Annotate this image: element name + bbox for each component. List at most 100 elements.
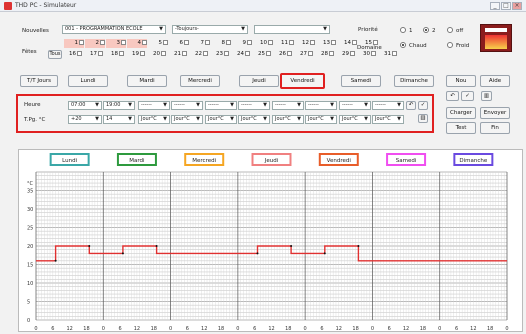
temperature-select[interactable]: Jour°C ▼ [372,115,404,124]
tab-all-days[interactable]: T/T Jours [20,75,58,87]
chevron-down-icon: ▼ [128,116,132,122]
day-number-26[interactable]: 26 [272,50,292,59]
day-number-13[interactable]: 13 [316,39,336,48]
tab-samedi[interactable]: Samedi [341,75,381,87]
chevron-down-icon: ▼ [95,102,99,108]
temperature-select[interactable]: +20 ▼ [68,115,102,124]
tab-vendredi[interactable]: Vendredi [280,73,325,89]
hour-select[interactable]: ------ ▼ [272,101,304,110]
day-number-23[interactable]: 23 [209,50,229,59]
trash-icon[interactable]: ▥ [481,91,492,101]
repeat-select[interactable]: -Toujours- ▼ [172,25,248,34]
temperature-select[interactable]: 14 ▼ [103,115,135,124]
domain-option-chaud[interactable]: Chaud [400,42,427,49]
day-number-1[interactable]: 1 [64,39,84,48]
day-number-30[interactable]: 30 [356,50,376,59]
tab-mardi[interactable]: Mardi [127,75,167,87]
day-number-2[interactable]: 2 [85,39,105,48]
hour-select[interactable]: 19:00 ▼ [103,101,135,110]
day-number-15[interactable]: 15 [358,39,378,48]
temperature-select[interactable]: Jour°C ▼ [339,115,371,124]
hour-select[interactable]: ------ ▼ [238,101,270,110]
day-number-24[interactable]: 24 [230,50,250,59]
day-number-18[interactable]: 18 [104,50,124,59]
send-button[interactable]: Envoyer [480,107,510,119]
hour-select[interactable]: ------ ▼ [372,101,404,110]
day-number-label: 6 [179,40,184,46]
tab-dimanche[interactable]: Dimanche [394,75,434,87]
day-number-20[interactable]: 20 [146,50,166,59]
priority-option-1[interactable]: 1 [400,27,413,34]
temperature-select[interactable]: Jour°C ▼ [171,115,203,124]
day-number-9[interactable]: 9 [232,39,252,48]
hour-select[interactable]: ------ ▼ [339,101,371,110]
test-button[interactable]: Test [446,122,476,134]
all-days-button[interactable]: Tous [48,50,62,59]
day-number-17[interactable]: 17 [83,50,103,59]
program-select[interactable]: 001 - PROGRAMMATION ECOLE ▼ [62,25,166,34]
day-number-7[interactable]: 7 [190,39,210,48]
x-tick-label: 0 [505,326,508,332]
day-number-16[interactable]: 16 [62,50,82,59]
tab-lundi[interactable]: Lundi [68,75,108,87]
checkbox-icon [184,40,189,45]
day-label: Vendredi [327,158,352,164]
undo-icon[interactable]: ↶ [446,91,459,101]
day-number-8[interactable]: 8 [211,39,231,48]
extra-select[interactable]: ▼ [254,25,330,34]
temperature-select[interactable]: Jour°C ▼ [205,115,237,124]
day-number-5[interactable]: 5 [148,39,168,48]
end-button[interactable]: Fin [480,122,510,134]
data-point [54,259,57,262]
day-number-21[interactable]: 21 [167,50,187,59]
tab-jeudi[interactable]: Jeudi [239,75,279,87]
checkbox-icon [98,51,103,56]
day-number-28[interactable]: 28 [314,50,334,59]
day-number-19[interactable]: 19 [125,50,145,59]
day-number-6[interactable]: 6 [169,39,189,48]
temperature-select[interactable]: Jour°C ▼ [138,115,170,124]
hour-select[interactable]: ------ ▼ [205,101,237,110]
undo-icon[interactable]: ↶ [406,101,416,110]
help-button[interactable]: Aide [480,75,510,87]
data-point [121,252,124,255]
tab-mercredi[interactable]: Mercredi [180,75,220,87]
day-number-27[interactable]: 27 [293,50,313,59]
day-number-31[interactable]: 31 [377,50,397,59]
data-point [323,252,326,255]
trash-icon[interactable]: ▥ [418,114,428,123]
day-number-3[interactable]: 3 [106,39,126,48]
day-number-14[interactable]: 14 [337,39,357,48]
temperature-select[interactable]: Jour°C ▼ [305,115,337,124]
day-number-4[interactable]: 4 [127,39,147,48]
hour-select[interactable]: 07:00 ▼ [68,101,102,110]
temperature-select[interactable]: Jour°C ▼ [238,115,270,124]
new-button[interactable]: Nou [446,75,476,87]
checkbox-icon [247,40,252,45]
y-tick-label: 10 [27,281,33,287]
minimize-button[interactable]: _ [490,2,500,10]
check-icon[interactable]: ✓ [461,91,474,101]
hour-select[interactable]: ------ ▼ [138,101,170,110]
temperature-select[interactable]: Jour°C ▼ [272,115,304,124]
priority-option-off[interactable]: off [447,27,463,34]
day-number-22[interactable]: 22 [188,50,208,59]
priority-option-2[interactable]: 2 [423,27,436,34]
day-number-10[interactable]: 10 [253,39,273,48]
x-tick-label: 0 [34,326,37,332]
hour-select[interactable]: ------ ▼ [171,101,203,110]
day-number-12[interactable]: 12 [295,39,315,48]
hour-select[interactable]: ------ ▼ [305,101,337,110]
load-button[interactable]: Charger [446,107,476,119]
day-number-25[interactable]: 25 [251,50,271,59]
day-number-29[interactable]: 29 [335,50,355,59]
close-button[interactable]: × [512,2,522,10]
checkbox-icon [163,40,168,45]
day-number-11[interactable]: 11 [274,39,294,48]
day-number-label: 26 [279,51,286,57]
check-icon[interactable]: ✓ [418,101,428,110]
domain-option-froid[interactable]: Froid [447,42,469,49]
day-number-label: 19 [132,51,139,57]
chart-svg: 35 30 25 20 15 10 5 0 °C 0 6 12 18 0 6 12 18 0 6 12 18 0 6 12 18… [27,153,509,332]
maximize-button[interactable]: □ [501,2,511,10]
